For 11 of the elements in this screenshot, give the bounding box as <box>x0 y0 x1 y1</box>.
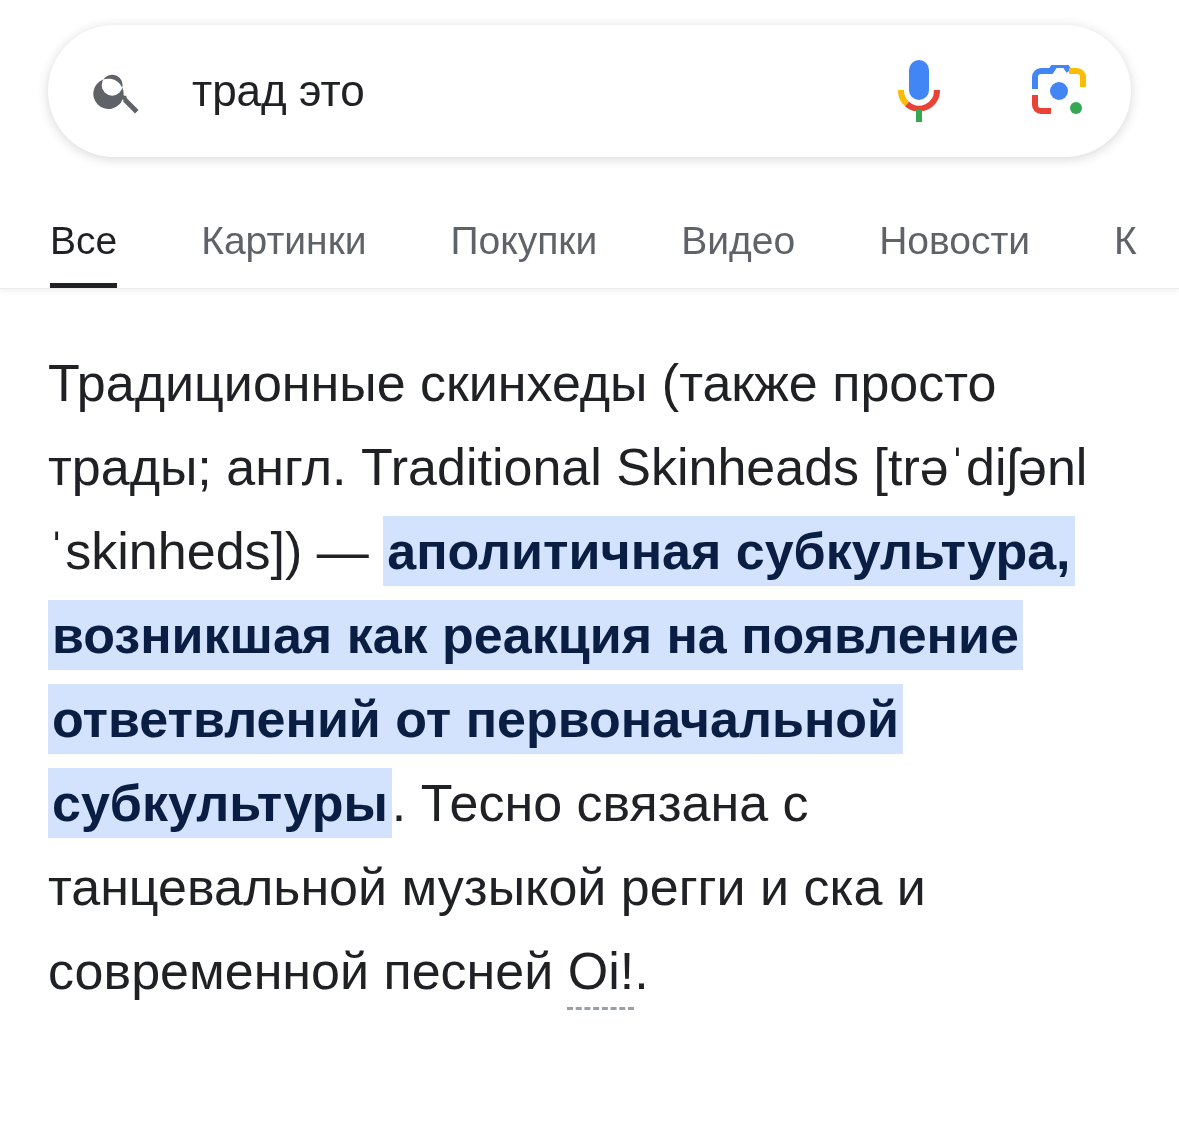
tab[interactable]: К <box>1114 207 1137 288</box>
link[interactable]: Oi! <box>567 942 635 1000</box>
definition-paragraph: Традиционные скинхеды (также просто трады; англ. Traditional Skinheads [trəˈdiʃənl ˈskinheds]) — аполитичная субкультура, возникшая как реакция на появление ответвлений от первоначальной субкультуры. Тесно связана с танцевальной музыкой регги и ска и современной песней Oi!. <box>48 353 1089 1002</box>
tab[interactable]: Новости <box>879 207 1031 288</box>
camera-icon[interactable] <box>1031 65 1087 117</box>
tab[interactable]: Картинки <box>201 207 367 288</box>
tab[interactable]: Все <box>50 207 118 288</box>
search-field[interactable]: трад это <box>48 25 1131 157</box>
tab[interactable]: Покупки <box>450 207 598 288</box>
microphone-icon[interactable] <box>897 60 941 122</box>
tab[interactable]: Видео <box>681 207 796 288</box>
